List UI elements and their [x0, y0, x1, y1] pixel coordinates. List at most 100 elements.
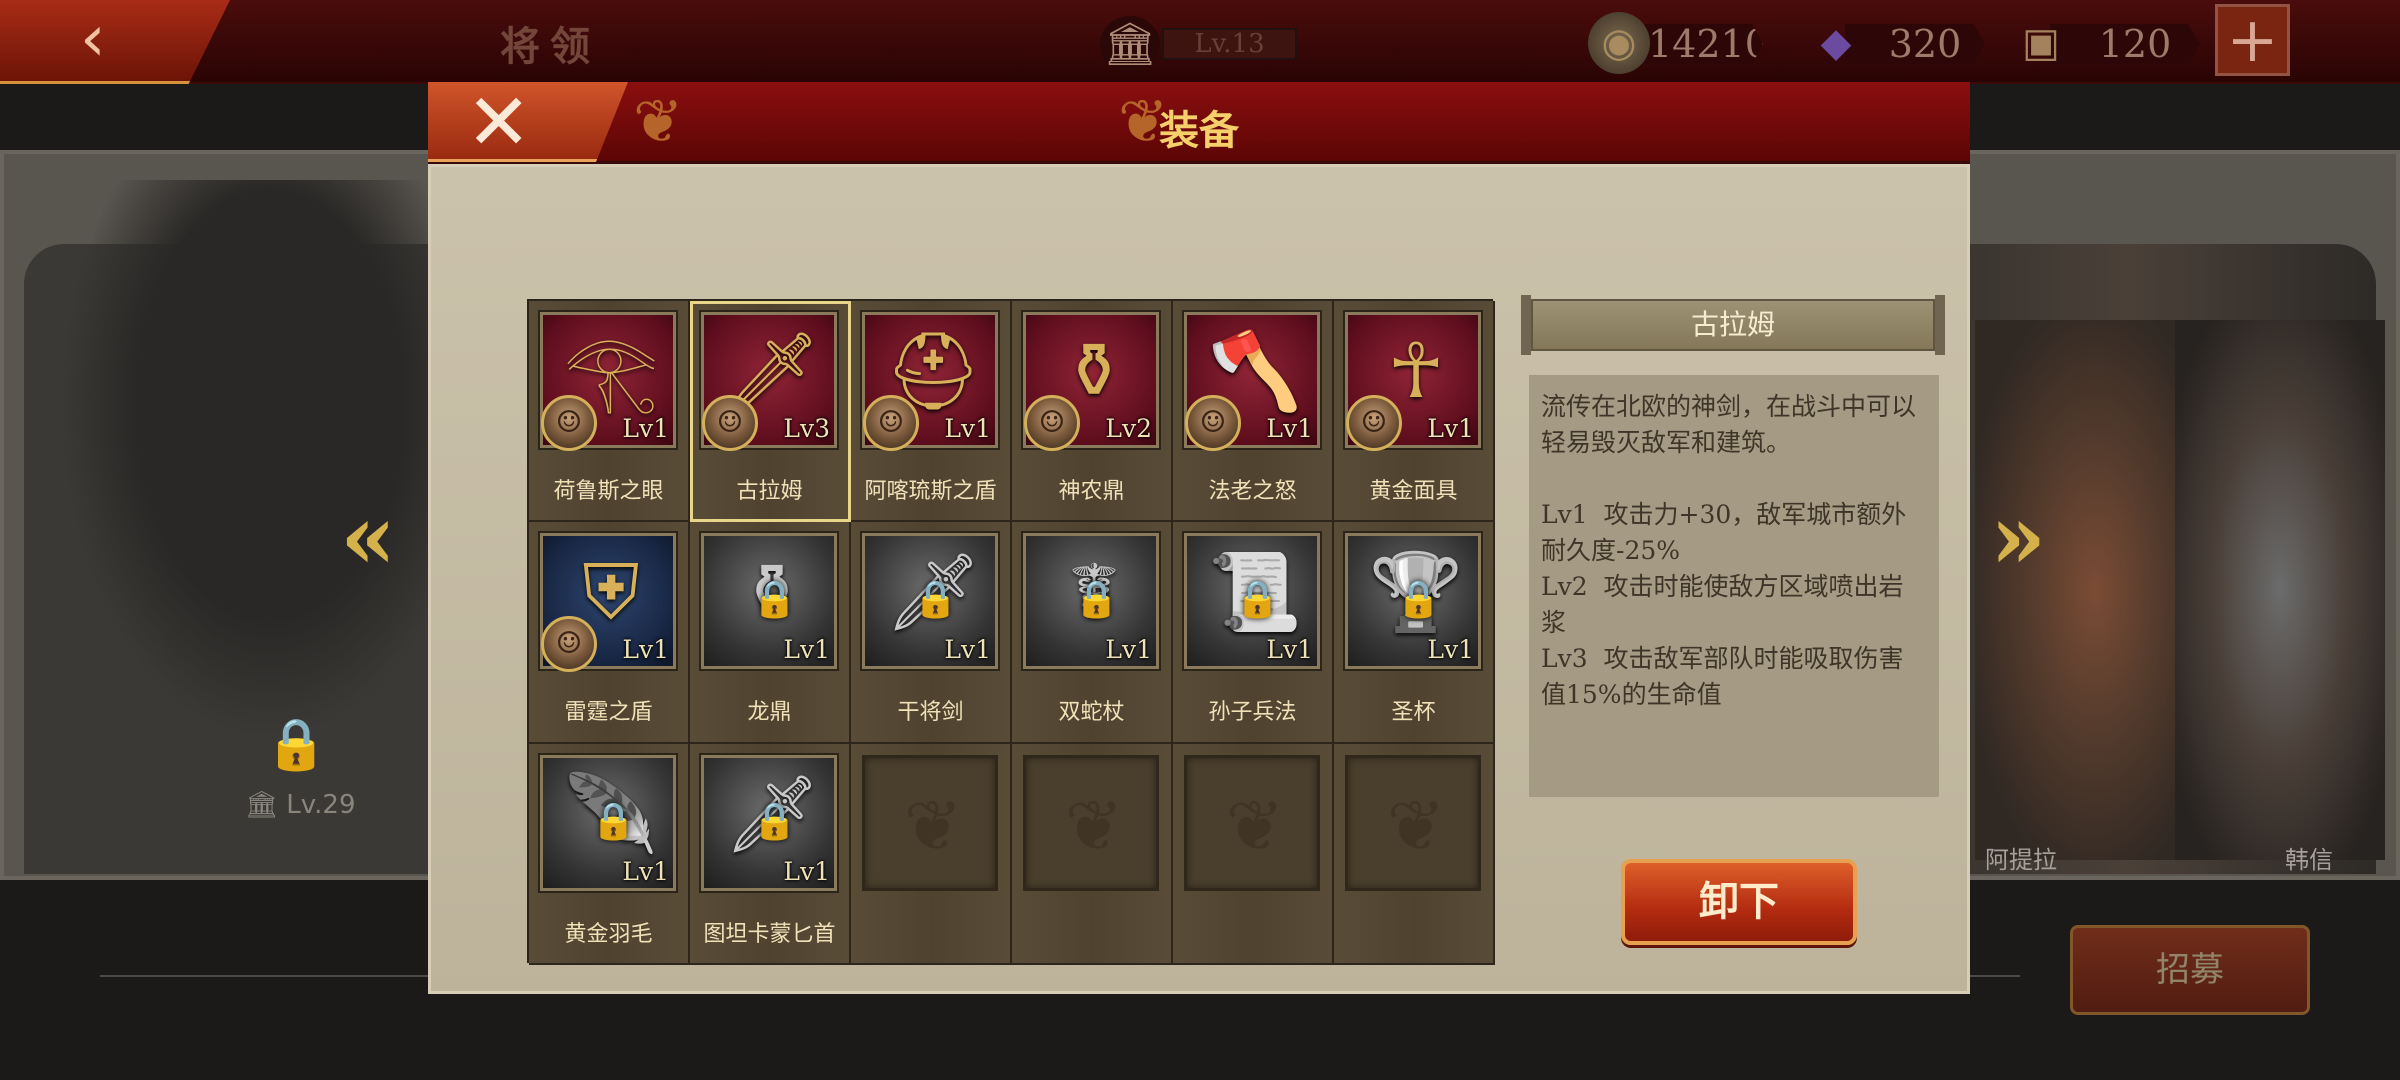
equipment-slot[interactable]: 🪶 🔒 Lv1 黄金羽毛	[529, 743, 690, 965]
modal-title: 装备	[1159, 107, 1239, 154]
close-icon: ✕	[466, 78, 532, 168]
modal-header: ❦ ❦ 装备 ✕	[428, 82, 1970, 164]
locked-general-level: 🏛 Lv.29	[245, 790, 355, 820]
equipment-modal: ❦ ❦ 装备 ✕ 𓂀 ☺ Lv1 荷鲁斯之眼 🗡 ☺ Lv3 古拉姆 ⛑ ☺ Lv1 阿喀琉斯之盾 ⚱ ☺…	[428, 82, 1970, 994]
locked-general-silhouette	[60, 180, 480, 740]
lock-icon: 🔒	[265, 715, 328, 773]
item-name: 龙鼎	[747, 700, 792, 726]
item-level: Lv1	[1266, 414, 1313, 443]
item-level: Lv1	[783, 856, 830, 886]
gem-icon: ◆	[1820, 20, 1852, 66]
equipment-slot[interactable]: 📜 🔒 Lv1 孙子兵法	[1173, 522, 1334, 744]
item-level: Lv1	[1105, 635, 1152, 665]
item-name: 圣杯	[1391, 700, 1436, 726]
equipment-slot[interactable]: ⚱ ☺ Lv2 神农鼎	[1012, 301, 1173, 523]
item-frame: 🗡 ☺ Lv3	[701, 312, 837, 451]
lock-icon: 🔒	[1074, 579, 1119, 621]
empty-equipment-slot: ❦	[851, 743, 1012, 965]
ticket-icon: ▣	[2022, 20, 2060, 66]
item-frame: 𓂀 ☺ Lv1	[540, 312, 676, 451]
general-avatar: ☺	[1024, 395, 1080, 451]
close-button[interactable]: ✕	[428, 82, 628, 162]
item-frame: ⚱ 🔒 Lv1	[701, 533, 837, 670]
page-title: 将领	[500, 23, 600, 70]
add-resource-button[interactable]: +	[2215, 4, 2290, 76]
item-frame: ❦	[862, 754, 998, 891]
general-name-attila: 阿提拉	[1985, 846, 2057, 874]
general-avatar: ☺	[1185, 395, 1241, 451]
equipment-slot[interactable]: ⛑ ☺ Lv1 阿喀琉斯之盾	[851, 301, 1012, 523]
equipment-grid: 𓂀 ☺ Lv1 荷鲁斯之眼 🗡 ☺ Lv3 古拉姆 ⛑ ☺ Lv1 阿喀琉斯之盾 ⚱ ☺ Lv2 神农鼎 🪓 ☺ L…	[527, 299, 1495, 965]
laurel-icon: ❦	[1386, 784, 1446, 867]
equipment-slot[interactable]: 🗡 ☺ Lv3 古拉姆	[690, 301, 851, 523]
laurel-icon: ❦	[903, 784, 963, 867]
lock-icon: 🔒	[913, 579, 958, 621]
item-level: Lv1	[1427, 414, 1474, 443]
item-level: Lv1	[622, 414, 669, 443]
item-name: 法老之怒	[1208, 479, 1297, 504]
equipment-slot[interactable]: ⚱ 🔒 Lv1 龙鼎	[690, 522, 851, 744]
detail-description: 流传在北欧的神剑，在战斗中可以轻易毁灭敌军和建筑。 Lv1 攻击力+30，敌军城…	[1529, 375, 1939, 797]
item-frame: 🪶 🔒 Lv1	[540, 754, 676, 891]
item-frame: ❦	[1345, 754, 1481, 891]
item-name: 神农鼎	[1058, 479, 1125, 504]
prev-general-arrow-icon[interactable]: «	[340, 492, 400, 582]
item-level: Lv2	[1105, 414, 1152, 443]
item-frame: ☥ ☺ Lv1	[1345, 312, 1481, 451]
detail-title: 古拉姆	[1521, 295, 1945, 355]
item-name: 黄金面具	[1369, 479, 1458, 504]
bank-icon: 🏛	[245, 790, 279, 820]
modal-body: 𓂀 ☺ Lv1 荷鲁斯之眼 🗡 ☺ Lv3 古拉姆 ⛑ ☺ Lv1 阿喀琉斯之盾 ⚱ ☺ Lv2 神农鼎 🪓 ☺ L…	[428, 164, 1970, 994]
item-level: Lv1	[944, 635, 991, 665]
item-name: 荷鲁斯之眼	[553, 479, 664, 504]
equipment-slot[interactable]: ⛨ ☺ Lv1 雷霆之盾	[529, 522, 690, 744]
equipment-slot[interactable]: ☤ 🔒 Lv1 双蛇杖	[1012, 522, 1173, 744]
laurel-icon: ❦	[1064, 784, 1124, 867]
item-frame: 🗡 🔒 Lv1	[862, 533, 998, 670]
item-frame: ☤ 🔒 Lv1	[1023, 533, 1159, 670]
item-name: 干将剑	[897, 700, 964, 726]
item-name: 阿喀琉斯之盾	[864, 479, 997, 504]
item-level: Lv1	[622, 635, 669, 665]
item-name: 黄金羽毛	[564, 921, 653, 947]
equipment-slot[interactable]: 🗡 🔒 Lv1 图坦卡蒙匕首	[690, 743, 851, 965]
bank-icon: 🏛	[1100, 16, 1160, 72]
item-level: Lv3	[783, 414, 830, 443]
item-frame: 🗡 🔒 Lv1	[701, 754, 837, 891]
laurel-icon: ❦	[1225, 784, 1285, 867]
top-bar: ‹ 将领 🏛 Lv.13 14210 ◉ 320 ◆ 120 ▣ +	[0, 0, 2400, 84]
equipment-slot[interactable]: ☥ ☺ Lv1 黄金面具	[1334, 301, 1495, 523]
lock-icon: 🔒	[1396, 579, 1441, 621]
item-name: 双蛇杖	[1058, 700, 1125, 726]
general-avatar: ☺	[702, 395, 758, 451]
coin-icon: ◉	[1588, 12, 1650, 74]
general-avatar: ☺	[541, 616, 597, 673]
item-name: 孙子兵法	[1208, 700, 1297, 726]
ticket-count: 120	[2050, 24, 2200, 64]
empty-equipment-slot: ❦	[1334, 743, 1495, 965]
equipment-slot[interactable]: 𓂀 ☺ Lv1 荷鲁斯之眼	[529, 301, 690, 523]
recruit-button[interactable]: 招募	[2070, 925, 2310, 1015]
equipment-slot[interactable]: 🏆 🔒 Lv1 圣杯	[1334, 522, 1495, 744]
general-avatar: ☺	[541, 395, 597, 451]
item-level: Lv1	[1427, 635, 1474, 665]
item-level: Lv1	[622, 856, 669, 886]
item-level: Lv1	[944, 414, 991, 443]
general-avatar: ☺	[1346, 395, 1402, 451]
lock-icon: 🔒	[752, 579, 797, 621]
empty-equipment-slot: ❦	[1173, 743, 1334, 965]
general-avatar: ☺	[863, 395, 919, 451]
unequip-button[interactable]: 卸下	[1621, 859, 1857, 945]
city-level-text: Lv.13	[1162, 28, 1297, 60]
item-frame: ❦	[1184, 754, 1320, 891]
item-name: 雷霆之盾	[564, 700, 653, 726]
general-portrait-attila[interactable]	[1975, 320, 2175, 860]
recruit-label: 招募	[2156, 950, 2224, 990]
equipment-slot[interactable]: 🪓 ☺ Lv1 法老之怒	[1173, 301, 1334, 523]
equipment-slot[interactable]: 🗡 🔒 Lv1 干将剑	[851, 522, 1012, 744]
back-button[interactable]: ‹	[0, 0, 230, 84]
general-portrait-hanxin[interactable]	[2175, 320, 2385, 860]
item-frame: 🏆 🔒 Lv1	[1345, 533, 1481, 670]
next-general-arrow-icon[interactable]: »	[1990, 492, 2050, 582]
item-frame: ⚱ ☺ Lv2	[1023, 312, 1159, 451]
